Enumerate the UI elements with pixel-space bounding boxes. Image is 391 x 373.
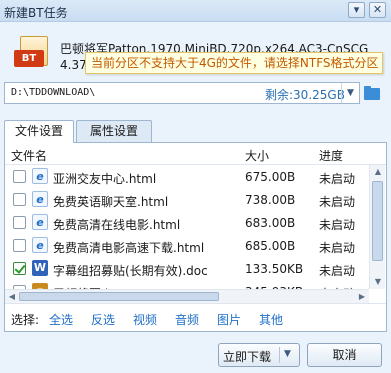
folder-icon [364,88,380,100]
selection-label: 选择: [11,313,40,327]
scroll-left-icon[interactable]: ◀ [5,290,19,304]
file-checkbox[interactable] [13,239,26,252]
file-size: 683.00B [245,216,296,230]
file-checkbox[interactable] [13,170,26,183]
ie-html-icon: e [32,214,48,230]
file-progress: 未启动 [319,264,356,278]
file-settings-panel: 文件名 大小 进度 e 亚洲交友中心.html 675.00B 未启动 e 免费英语聊天室… [4,142,387,332]
file-size: 133.50KB [245,262,304,276]
selection-bar: 选择: 全选 反选 视频 音频 图片 其他 [5,303,386,331]
file-row[interactable]: W 字幕组招募贴(长期有效).doc 133.50KB 未启动 [5,257,369,280]
file-name: 免费高清电影高速下载.html [53,241,205,255]
word-doc-icon: W [32,260,48,276]
ie-html-icon: e [32,237,48,253]
file-row[interactable]: e 免费英语聊天室.html 738.00B 未启动 [5,188,369,211]
file-size: 685.00B [245,239,296,253]
file-checkbox[interactable] [13,216,26,229]
file-row[interactable]: ▪巴顿将军.jpg345.93KB未启动 [5,280,369,289]
file-progress: 未启动 [319,218,356,232]
scroll-right-icon[interactable]: ▶ [355,290,369,304]
bt-file-icon: BT [14,36,52,70]
vertical-scroll-thumb[interactable] [372,181,383,261]
tab-property-settings[interactable]: 属性设置 [76,120,152,142]
file-list: e 亚洲交友中心.html 675.00B 未启动 e 免费英语聊天室.html 738.0… [5,165,369,289]
download-options-chevron-icon[interactable]: ▼ [284,349,291,359]
close-button[interactable]: ✕ [369,2,386,18]
ie-html-icon: e [32,168,48,184]
vertical-scrollbar[interactable]: ▲ ▼ [369,165,385,289]
file-name: 免费英语聊天室.html [53,195,169,209]
file-name: 亚洲交友中心.html [53,172,157,186]
ntfs-warning-tooltip: 当前分区不支持大于4G的文件，请选择NTFS格式分区 [85,52,383,74]
horizontal-scroll-thumb[interactable] [19,292,219,301]
free-space-label: 剩余:30.25GB [265,88,345,102]
save-path-value: D:\TDDOWNLOAD\ [11,87,96,98]
bt-badge: BT [14,50,44,67]
file-list-header: 文件名 大小 进度 [5,143,386,165]
file-progress: 未启动 [319,195,356,209]
file-progress: 未启动 [319,172,356,186]
column-header-size[interactable]: 大小 [245,147,269,164]
column-header-name[interactable]: 文件名 [11,147,47,164]
file-progress: 未启动 [319,241,356,255]
title-bar: 新建BT任务 ▾ ✕ [0,0,391,22]
task-size: 4.37 [60,58,87,72]
column-header-progress[interactable]: 进度 [319,147,343,164]
browse-folder-button[interactable] [362,83,382,103]
chevron-down-icon[interactable]: ▼ [341,83,359,103]
ie-html-icon: e [32,191,48,207]
select-video-link[interactable]: 视频 [133,311,157,328]
file-row[interactable]: e 免费高清在线电影.html 683.00B 未启动 [5,211,369,234]
file-row[interactable]: e 免费高清电影高速下载.html 685.00B 未启动 [5,234,369,257]
select-image-link[interactable]: 图片 [217,311,241,328]
file-size: 675.00B [245,170,296,184]
file-checkbox[interactable] [13,193,26,206]
select-other-link[interactable]: 其他 [259,311,283,328]
select-audio-link[interactable]: 音频 [175,311,199,328]
file-row[interactable]: e 亚洲交友中心.html 675.00B 未启动 [5,165,369,188]
split-divider [279,347,280,363]
select-all-link[interactable]: 全选 [49,311,73,328]
cancel-button[interactable]: 取消 [307,343,382,367]
invert-selection-link[interactable]: 反选 [91,311,115,328]
tab-file-settings[interactable]: 文件设置 [4,120,74,143]
minimize-button[interactable]: ▾ [348,2,365,18]
download-now-button[interactable]: 立即下载 ▼ [218,343,300,367]
file-size: 738.00B [245,193,296,207]
save-path-combobox[interactable]: D:\TDDOWNLOAD\ 剩余:30.25GB ▼ [4,82,360,104]
scroll-up-icon[interactable]: ▲ [370,165,386,179]
file-checkbox[interactable] [13,262,26,275]
window-title: 新建BT任务 [4,6,68,20]
file-name: 免费高清在线电影.html [53,218,181,232]
scroll-down-icon[interactable]: ▼ [370,275,386,289]
file-name: 字幕组招募贴(长期有效).doc [53,264,208,278]
horizontal-scrollbar[interactable]: ◀ ▶ [5,289,369,303]
download-now-label: 立即下载 [223,350,272,364]
